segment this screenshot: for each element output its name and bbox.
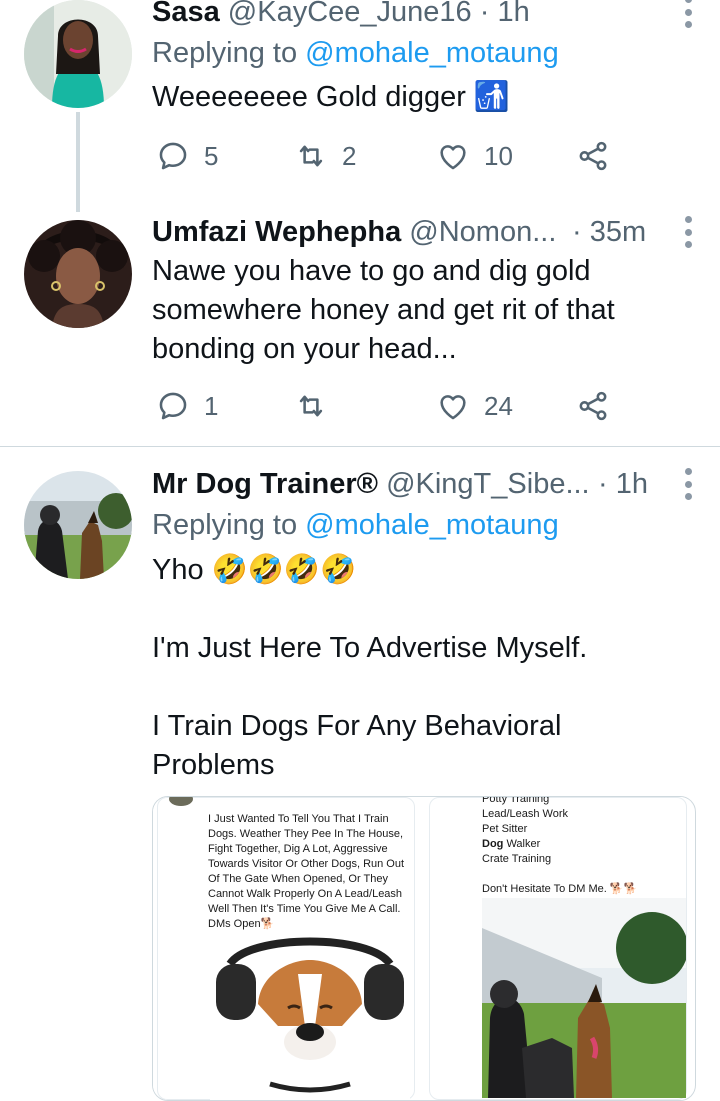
media-image-right[interactable]: Potty Training Lead/Leash Work Pet Sitte… bbox=[425, 797, 691, 1100]
media-image-left[interactable]: I Just Wanted To Tell You That I Train D… bbox=[153, 797, 425, 1100]
more-icon[interactable] bbox=[682, 0, 694, 30]
tweet-text-line: Weeeeeeee Gold digger 🚮 bbox=[152, 81, 511, 113]
user-handle[interactable]: @KingT_Sibe... bbox=[386, 468, 590, 500]
tweet-text-line: I'm Just Here To Advertise Myself. bbox=[152, 632, 588, 664]
tweet-text: Yho 🤣🤣🤣🤣 I'm Just Here To Advertise Myse… bbox=[152, 551, 680, 785]
user-handle[interactable]: @KayCee_June16 bbox=[228, 0, 472, 28]
tweet-text-blank-line bbox=[152, 668, 680, 707]
reply-icon bbox=[159, 142, 187, 170]
tweet-text-line: Nawe you have to go and dig gold somewhe… bbox=[152, 255, 615, 365]
tweet-umfazi[interactable]: Umfazi Wephepha @Nomon... · 35m Nawe you… bbox=[0, 212, 720, 446]
avatar[interactable] bbox=[24, 0, 132, 108]
retweet-count: 2 bbox=[342, 140, 357, 171]
ad-card-right: Potty Training Lead/Leash Work Pet Sitte… bbox=[429, 797, 687, 1100]
tweet-sasa[interactable]: Sasa @KayCee_June16 · 1h Replying to @mo… bbox=[0, 0, 720, 200]
ad-text-left: I Just Wanted To Tell You That I Train D… bbox=[208, 813, 405, 930]
like-icon bbox=[440, 395, 466, 420]
display-name[interactable]: Mr Dog Trainer® bbox=[152, 468, 378, 500]
tweet-actions: 5 2 10 bbox=[152, 136, 720, 176]
like-icon bbox=[440, 145, 466, 170]
ad-services-list: Potty Training Lead/Leash Work Pet Sitte… bbox=[482, 796, 682, 897]
tweet-text-line: I Train Dogs For Any Behavioral Problems bbox=[152, 710, 562, 781]
more-icon[interactable] bbox=[682, 466, 694, 502]
tweet-text-blank-line bbox=[152, 590, 680, 629]
tweet-actions: 1 24 bbox=[152, 386, 720, 426]
tweet-media[interactable]: I Just Wanted To Tell You That I Train D… bbox=[152, 796, 696, 1101]
display-name[interactable]: Sasa bbox=[152, 0, 220, 28]
avatar[interactable] bbox=[24, 471, 132, 579]
trainer-with-dog-photo bbox=[482, 898, 686, 1098]
replying-to-prefix: Replying to bbox=[152, 509, 306, 541]
tweet-header: Sasa @KayCee_June16 · 1h bbox=[152, 0, 720, 30]
ad-card-left: I Just Wanted To Tell You That I Train D… bbox=[157, 797, 415, 1100]
share-icon bbox=[579, 391, 607, 421]
like-count: 10 bbox=[484, 140, 513, 171]
retweet-icon bbox=[299, 145, 323, 167]
reply-button[interactable]: 5 bbox=[156, 136, 218, 176]
ad-cta-text: Don't Hesitate To DM Me. 🐕🐕 bbox=[482, 883, 638, 895]
tweet-header: Mr Dog Trainer® @KingT_Sibe... · 1h bbox=[152, 466, 720, 502]
reply-button[interactable]: 1 bbox=[156, 386, 218, 426]
service-item-bold: Dog bbox=[482, 838, 504, 850]
ad-cta-spacer bbox=[482, 867, 682, 882]
user-handle[interactable]: @Nomon... bbox=[409, 216, 556, 248]
more-icon[interactable] bbox=[682, 214, 694, 250]
reply-count: 5 bbox=[204, 140, 219, 171]
retweet-button[interactable] bbox=[294, 386, 342, 426]
dog-with-headphones-image bbox=[210, 934, 410, 1100]
replying-to-handle[interactable]: @mohale_motaung bbox=[305, 37, 559, 69]
retweet-button[interactable]: 2 bbox=[294, 136, 356, 176]
tweet-text: Weeeeeeee Gold digger 🚮 bbox=[152, 78, 680, 117]
retweet-icon bbox=[299, 395, 323, 417]
like-button[interactable]: 24 bbox=[436, 386, 513, 426]
like-count: 24 bbox=[484, 390, 513, 421]
replying-to-prefix: Replying to bbox=[152, 37, 306, 69]
tweet-text: Nawe you have to go and dig gold somewhe… bbox=[152, 252, 680, 369]
replying-to-handle[interactable]: @mohale_motaung bbox=[305, 509, 559, 541]
avatar[interactable] bbox=[24, 220, 132, 328]
tweet-header: Umfazi Wephepha @Nomon... · 35m bbox=[152, 214, 720, 250]
share-icon bbox=[579, 141, 607, 171]
service-item: Pet Sitter bbox=[482, 823, 528, 835]
reply-icon bbox=[159, 392, 187, 420]
service-item: Dog Walker bbox=[482, 838, 541, 850]
tweet-text-line: Yho 🤣🤣🤣🤣 bbox=[152, 554, 357, 586]
like-button[interactable]: 10 bbox=[436, 136, 513, 176]
timestamp[interactable]: · 1h bbox=[598, 466, 648, 502]
display-name[interactable]: Umfazi Wephepha bbox=[152, 216, 401, 248]
service-item: Lead/Leash Work bbox=[482, 808, 569, 820]
profile-thumb-icon bbox=[169, 797, 193, 806]
service-item: Crate Training bbox=[482, 853, 552, 865]
replying-to: Replying to @mohale_motaung bbox=[152, 35, 559, 71]
timestamp[interactable]: · 35m bbox=[572, 214, 646, 250]
timestamp[interactable]: · 1h bbox=[480, 0, 530, 28]
service-item: Potty Training bbox=[482, 796, 550, 805]
replying-to: Replying to @mohale_motaung bbox=[152, 507, 559, 543]
reply-count: 1 bbox=[204, 390, 219, 421]
share-button[interactable] bbox=[576, 136, 610, 176]
share-button[interactable] bbox=[576, 386, 610, 426]
